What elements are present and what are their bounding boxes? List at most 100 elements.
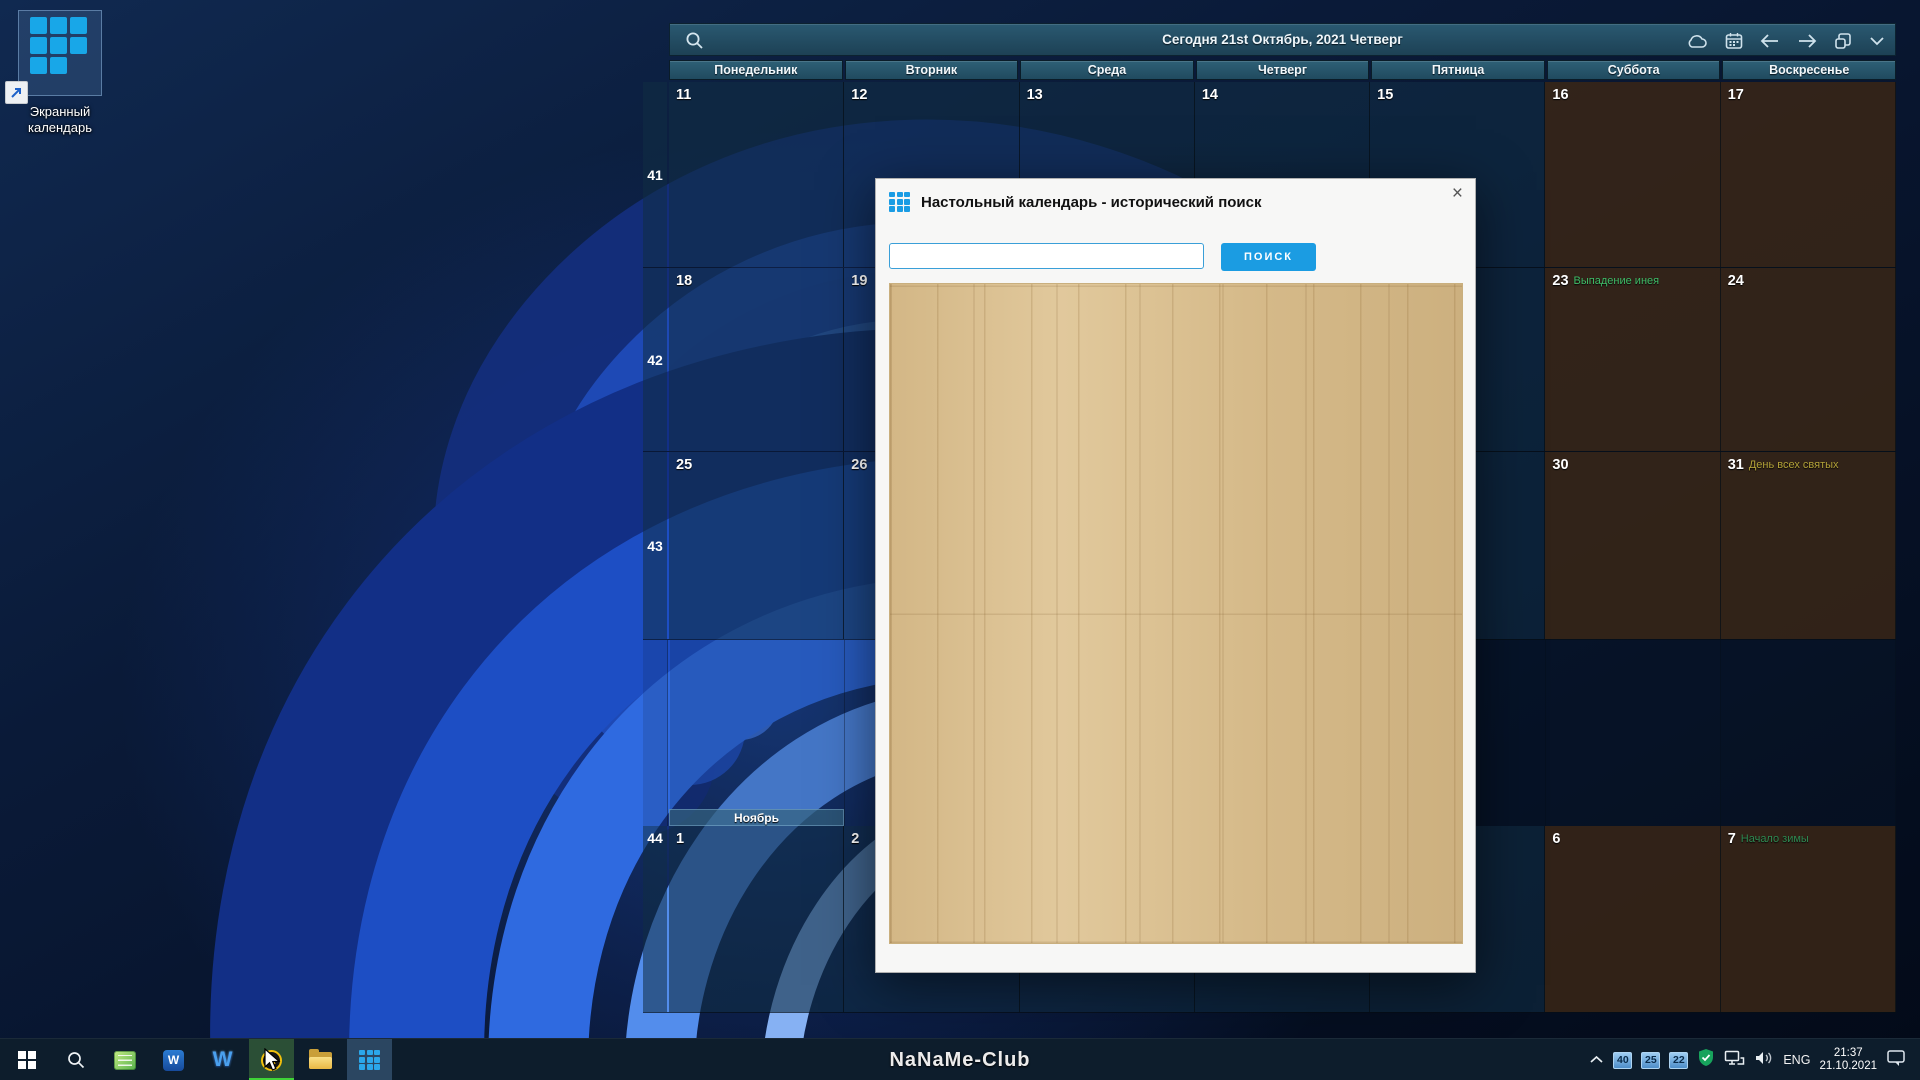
date-number: 30 <box>1552 457 1569 473</box>
week-number: 41 <box>643 82 667 267</box>
dialog-title: Настольный календарь - исторический поис… <box>921 193 1262 211</box>
date-number: 25 <box>676 457 693 473</box>
calendar-day-cell[interactable]: 23 Выпадение инея <box>1545 268 1721 451</box>
calendar-icon[interactable] <box>1725 32 1743 50</box>
app-grid-icon <box>889 192 910 212</box>
calendar-day-cell[interactable]: 16 <box>1545 82 1721 267</box>
tray-badge[interactable]: 25 <box>1641 1051 1661 1069</box>
calendar-empty-cell <box>1720 640 1896 826</box>
calendar-day-cell[interactable]: 30 <box>1545 452 1721 639</box>
calendar-day-cell[interactable]: 17 <box>1720 82 1896 267</box>
date-number: 13 <box>1026 87 1043 103</box>
date-number: 12 <box>851 87 868 103</box>
date-number: 7 <box>1727 831 1736 847</box>
week-spacer <box>643 640 668 826</box>
tray-date: 21.10.2021 <box>1819 1060 1877 1072</box>
desktop-icon-recycle-bin[interactable]: Корзина <box>0 880 110 1020</box>
week-number: 44 <box>643 826 667 1012</box>
date-number: 16 <box>1552 87 1569 103</box>
windows-copy-icon[interactable] <box>1834 32 1852 50</box>
month-label-band: Ноябрь <box>669 809 844 826</box>
day-header: Вторник <box>844 60 1019 80</box>
taskbar-icons: W W A <box>4 1039 392 1080</box>
date-number: 1 <box>676 831 685 847</box>
date-number: 31 <box>1727 457 1744 473</box>
search-input[interactable] <box>889 243 1204 269</box>
tray-badge[interactable]: 22 <box>1669 1051 1689 1069</box>
day-header: Воскресенье <box>1722 60 1897 80</box>
taskbar: W W A NaNaMe-Club 40 25 22 ENG 21:37 21.10… <box>0 1038 1920 1080</box>
date-number: 18 <box>676 273 693 289</box>
cloud-icon[interactable] <box>1686 33 1708 49</box>
explorer-button[interactable] <box>298 1039 343 1080</box>
tray-clock[interactable]: 21:37 21.10.2021 <box>1819 1047 1877 1074</box>
close-icon[interactable]: × <box>1452 183 1463 205</box>
date-number: 14 <box>1201 87 1218 103</box>
date-number: 19 <box>851 273 868 289</box>
desktop-screen: Экранный календарь Корзина Сегодня 21st … <box>0 0 1920 1080</box>
chevron-down-icon[interactable] <box>1869 36 1885 46</box>
date-number: 6 <box>1552 831 1561 847</box>
w-logo-icon: W <box>212 1048 233 1071</box>
calendar-empty-cell <box>1545 640 1721 826</box>
tray-badge[interactable]: 40 <box>1613 1051 1633 1069</box>
calendar-day-cell[interactable]: 31 День всех святых <box>1720 452 1896 639</box>
day-header-row: Понедельник Вторник Среда Четверг Пятница Суб… <box>669 60 1897 80</box>
taskbar-brand-text: NaNaMe-Club <box>889 1048 1031 1071</box>
calendar-day-cell[interactable]: 7 Начало зимы <box>1720 826 1896 1012</box>
week-number: 42 <box>643 268 667 451</box>
calendar-day-cell[interactable]: 6 <box>1545 826 1721 1012</box>
system-tray: 40 25 22 ENG 21:37 21.10.2021 <box>1589 1039 1906 1080</box>
w-app-button[interactable]: W <box>200 1039 245 1080</box>
windows-logo-icon <box>17 1051 36 1069</box>
security-shield-icon[interactable] <box>1697 1048 1715 1072</box>
dialog-titlebar: Настольный календарь - исторический поис… <box>889 192 1262 212</box>
day-header: Четверг <box>1195 60 1370 80</box>
date-number: 2 <box>851 831 860 847</box>
shortcut-arrow-icon <box>5 81 28 104</box>
notification-bubble-icon[interactable] <box>1886 1049 1906 1072</box>
notepadpp-button[interactable] <box>102 1039 147 1080</box>
dialog-search-row: поиск <box>889 243 1316 271</box>
calendar-day-cell[interactable]: 1 <box>669 826 845 1012</box>
calendar-day-cell[interactable]: 24 <box>1720 268 1896 451</box>
calendar-day-cell[interactable]: 18 <box>669 268 845 451</box>
network-icon[interactable] <box>1724 1050 1745 1071</box>
date-number: 24 <box>1727 273 1744 289</box>
search-button[interactable]: поиск <box>1221 243 1316 271</box>
event-label: Начало зимы <box>1740 833 1809 845</box>
word-icon: W <box>163 1049 184 1071</box>
day-header: Среда <box>1020 60 1194 80</box>
start-button[interactable] <box>4 1039 49 1080</box>
week-number: 43 <box>643 452 667 639</box>
speaker-icon[interactable] <box>1754 1050 1774 1071</box>
search-icon <box>67 1052 84 1069</box>
taskbar-search-button[interactable] <box>53 1039 98 1080</box>
language-indicator[interactable]: ENG <box>1783 1053 1810 1067</box>
mouse-cursor <box>264 1048 281 1071</box>
word-button[interactable]: W <box>151 1039 196 1080</box>
date-number: 26 <box>851 457 868 473</box>
calendar-grid-icon <box>359 1050 380 1070</box>
day-header: Пятница <box>1371 60 1545 80</box>
calendar-empty-cell <box>670 640 846 826</box>
calendar-day-cell[interactable]: 25 <box>669 452 845 639</box>
date-number: 17 <box>1727 87 1744 103</box>
event-label: День всех святых <box>1748 459 1839 471</box>
event-label: Выпадение инея <box>1573 275 1660 287</box>
calendar-day-cell[interactable]: 11 <box>669 82 845 267</box>
tray-chevron-up-icon[interactable] <box>1589 1051 1604 1069</box>
tray-badges: 40 25 22 <box>1613 1051 1689 1069</box>
date-number: 11 <box>676 87 692 103</box>
arrow-left-icon[interactable] <box>1760 33 1780 48</box>
desktop-icon-calendar[interactable]: Экранный календарь <box>0 0 120 140</box>
date-number: 15 <box>1377 87 1394 103</box>
desktop-icon-label: Экранный календарь <box>27 104 93 135</box>
calendar-app-button-active[interactable] <box>347 1039 392 1080</box>
date-number: 23 <box>1552 273 1569 289</box>
historical-search-dialog: × Настольный календарь - исторический по… <box>875 178 1476 973</box>
calendar-grid-icon <box>30 17 87 74</box>
folder-icon <box>309 1048 332 1069</box>
calendar-titlebar: Сегодня 21st Октябрь, 2021 Четверг <box>669 23 1896 56</box>
arrow-right-icon[interactable] <box>1797 33 1817 48</box>
